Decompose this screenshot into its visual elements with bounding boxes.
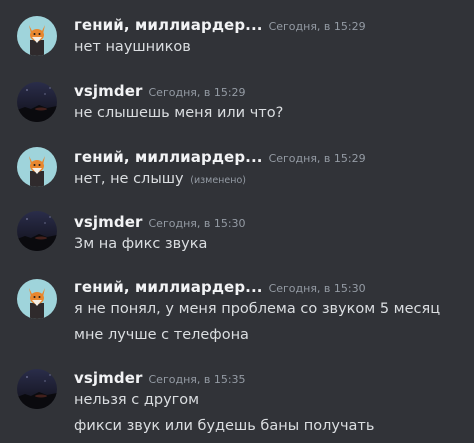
message-text: фикси звук или будешь баны получать	[74, 418, 375, 434]
message-text: 3м на фикс звука	[74, 236, 208, 252]
username[interactable]: гений, миллиардер...	[74, 148, 263, 166]
fox-avatar-icon[interactable]	[17, 16, 57, 56]
timestamp: Сегодня, в 15:29	[268, 152, 366, 165]
night-sky-avatar-icon[interactable]	[17, 211, 57, 251]
edited-label: (изменено)	[190, 175, 246, 186]
night-sky-avatar-icon[interactable]	[17, 369, 57, 409]
timestamp: Сегодня, в 15:29	[268, 20, 366, 33]
message-text: нельзя с другом	[74, 392, 200, 408]
message-body: нет, не слышу	[74, 171, 184, 187]
night-sky-avatar-icon[interactable]	[17, 82, 57, 122]
message-list: гений, миллиардер... Сегодня, в 15:29 нет…	[0, 0, 474, 443]
timestamp: Сегодня, в 15:35	[148, 373, 246, 386]
username[interactable]: vsjmder	[74, 369, 143, 387]
timestamp: Сегодня, в 15:30	[268, 282, 366, 295]
username[interactable]: гений, миллиардер...	[74, 278, 263, 296]
username[interactable]: vsjmder	[74, 213, 143, 231]
message-text: не слышешь меня или что?	[74, 105, 284, 121]
message-text: нет, не слышу (изменено)	[74, 168, 246, 192]
message-text: нет наушников	[74, 39, 191, 55]
username[interactable]: vsjmder	[74, 82, 143, 100]
timestamp: Сегодня, в 15:29	[148, 86, 246, 99]
message-text: мне лучше с телефона	[74, 327, 249, 343]
message-text: я не понял, у меня проблема со звуком 5 …	[74, 301, 441, 317]
fox-avatar-icon[interactable]	[17, 279, 57, 319]
timestamp: Сегодня, в 15:30	[148, 217, 246, 230]
username[interactable]: гений, миллиардер...	[74, 16, 263, 34]
fox-avatar-icon[interactable]	[17, 147, 57, 187]
